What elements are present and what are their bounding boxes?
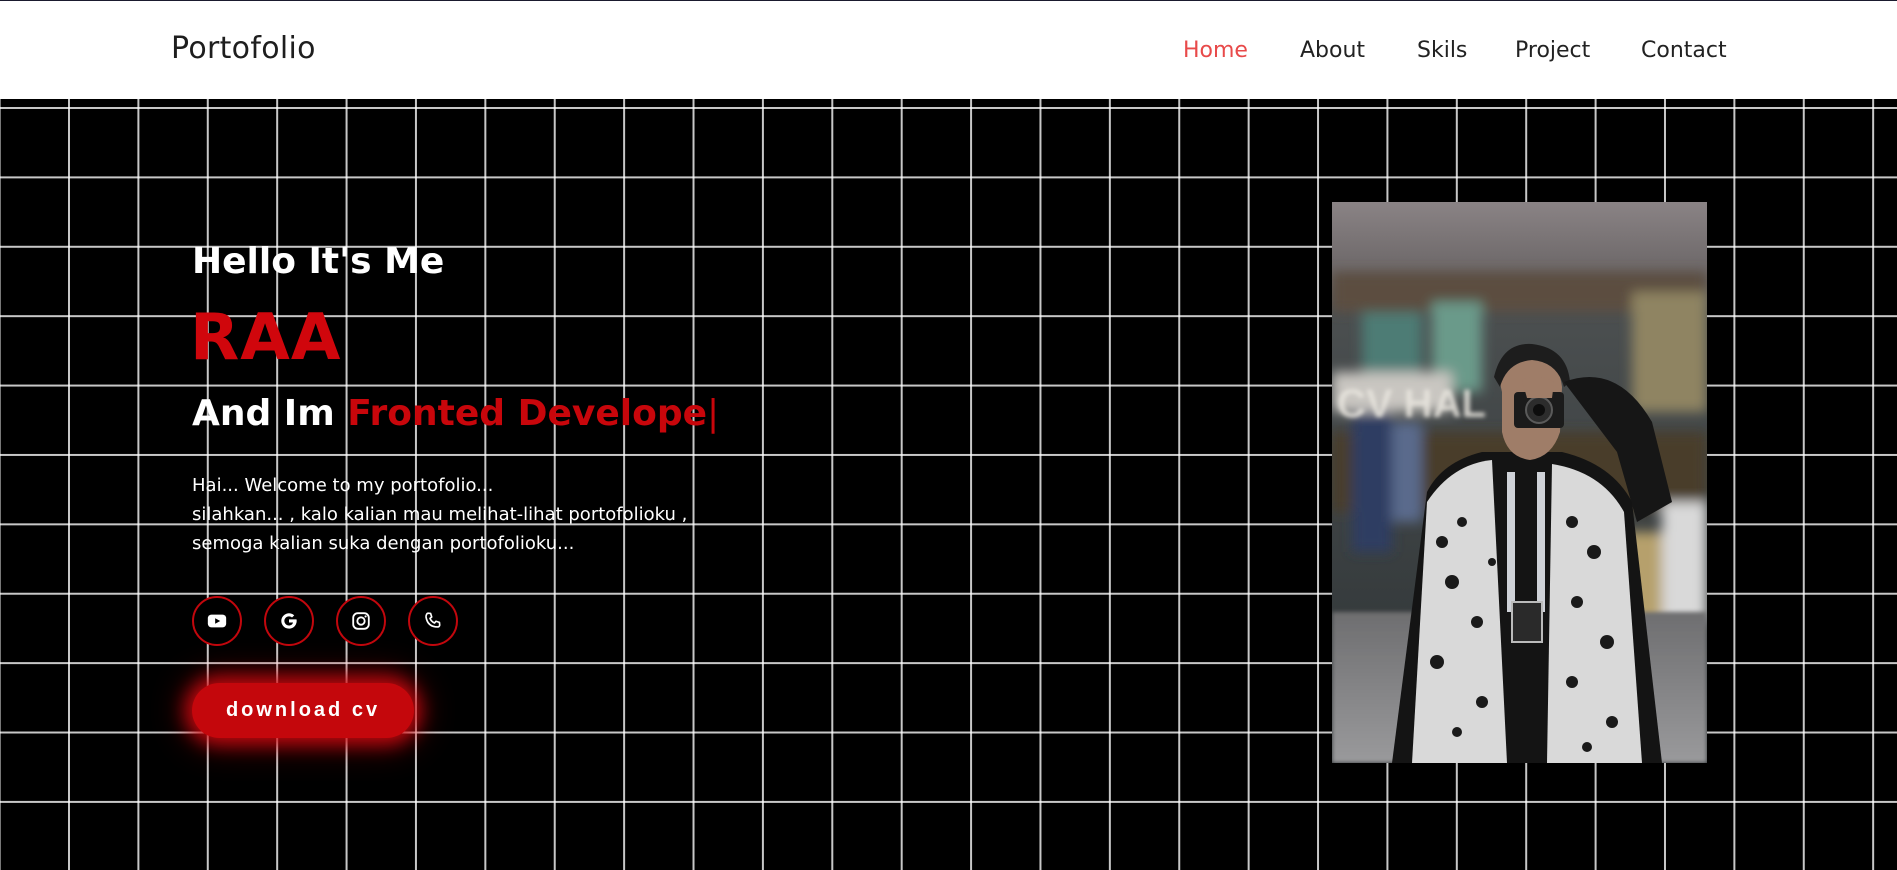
nav-link-contact[interactable]: Contact [1641, 38, 1727, 63]
youtube-button[interactable] [192, 596, 242, 646]
nav-link-skills[interactable]: Skils [1417, 38, 1467, 63]
description-line: semoga kalian suka dengan portofolioku..… [192, 533, 575, 554]
role-typed-text: Fronted Develope [347, 393, 708, 434]
hero-name: RAA [190, 301, 342, 375]
svg-text:CV HAL: CV HAL [1337, 382, 1486, 426]
phone-icon [425, 612, 441, 628]
phone-button[interactable] [408, 596, 458, 646]
youtube-icon [207, 614, 227, 628]
typing-caret: | [707, 393, 720, 434]
nav-link-about[interactable]: About [1300, 38, 1365, 63]
description-line: silahkan... , kalo kalian mau melihat-li… [192, 504, 688, 525]
hero-role: And Im Fronted Develope| [192, 393, 719, 434]
photo-illustration: CV HAL [1332, 202, 1707, 763]
nav-link-project[interactable]: Project [1515, 38, 1590, 63]
nav-links: Home About Skils Project Contact [0, 38, 1897, 68]
hero-description: Hai... Welcome to my portofolio... silah… [192, 471, 752, 558]
download-cv-button[interactable]: download cv [192, 683, 414, 738]
instagram-icon [352, 612, 370, 630]
profile-photo: CV HAL [1332, 202, 1707, 763]
nav-link-home[interactable]: Home [1183, 38, 1248, 63]
role-prefix: And Im [192, 393, 348, 434]
hero-greeting: Hello It's Me [192, 241, 445, 282]
instagram-button[interactable] [336, 596, 386, 646]
navbar: Portofolio Home About Skils Project Cont… [0, 0, 1897, 99]
description-line: Hai... Welcome to my portofolio... [192, 475, 494, 496]
google-button[interactable] [264, 596, 314, 646]
google-icon [281, 613, 297, 629]
social-links [192, 596, 492, 646]
hero-section: Hello It's Me RAA And Im Fronted Develop… [0, 99, 1897, 870]
